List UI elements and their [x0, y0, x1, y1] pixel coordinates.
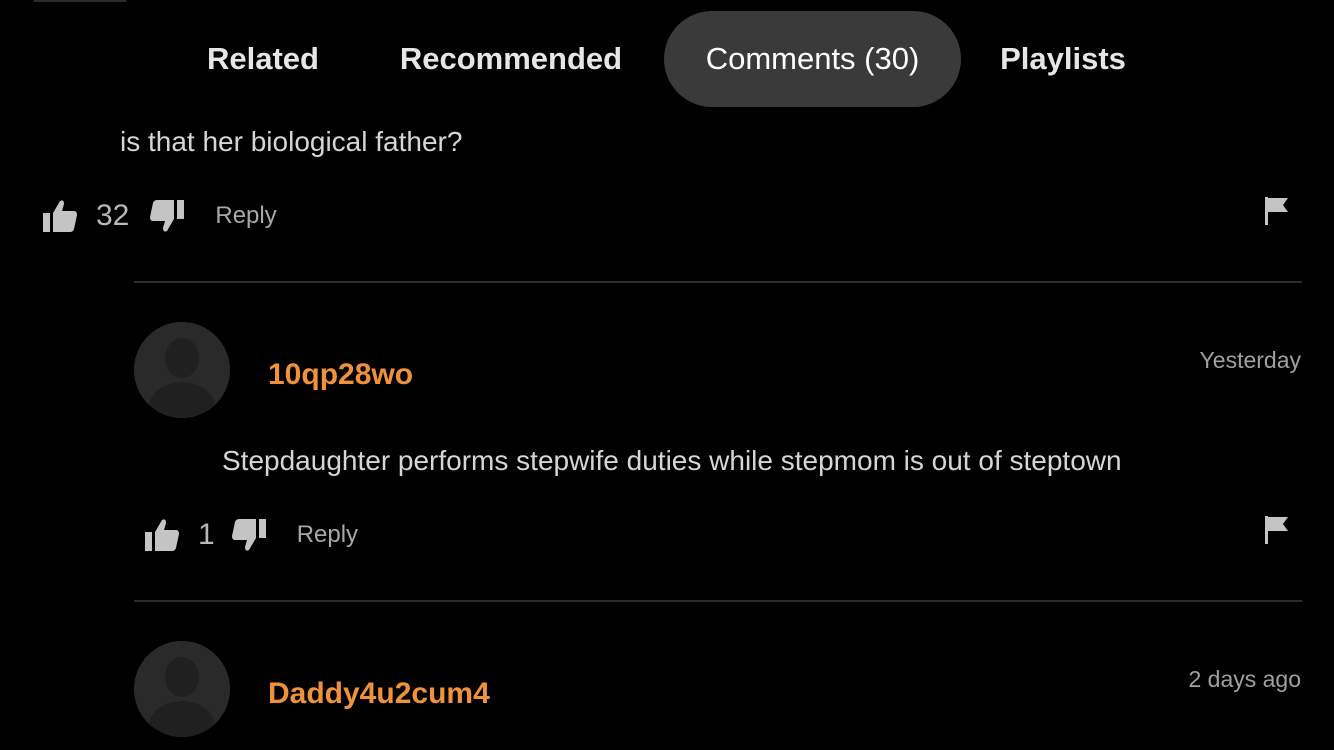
comments-page: Related Recommended Comments (30) Playli… [0, 0, 1334, 750]
tab-recommended[interactable]: Recommended [384, 11, 638, 107]
like-count: 1 [198, 518, 215, 551]
flag-icon[interactable] [1264, 196, 1290, 231]
tab-related[interactable]: Related [190, 11, 336, 107]
thumbs-up-icon[interactable] [144, 518, 180, 552]
comment-divider [134, 600, 1302, 602]
comment-username[interactable]: Daddy4u2cum4 [268, 677, 490, 711]
tab-bar: Related Recommended Comments (30) Playli… [0, 11, 1334, 107]
thumbs-up-icon[interactable] [42, 199, 78, 233]
like-count: 32 [96, 199, 130, 232]
reply-button[interactable]: Reply [215, 202, 276, 230]
comment-text: Stepdaughter performs stepwife duties wh… [222, 445, 1122, 476]
comment-timestamp: 2 days ago [1188, 666, 1301, 692]
reply-button[interactable]: Reply [297, 521, 358, 549]
cut-off-element [34, 0, 126, 2]
tab-comments[interactable]: Comments (30) [664, 11, 961, 107]
avatar[interactable] [134, 322, 230, 418]
comment-actions: 32 Reply [42, 196, 277, 236]
comment-username[interactable]: 10qp28wo [268, 358, 413, 392]
comment-text: is that her biological father? [120, 126, 463, 157]
comment-actions: 1 Reply [144, 515, 358, 555]
thumbs-down-icon[interactable] [149, 199, 185, 233]
tab-playlists[interactable]: Playlists [985, 11, 1141, 107]
flag-icon[interactable] [1264, 515, 1290, 550]
avatar-placeholder-icon [134, 641, 230, 737]
comment-divider [134, 281, 1302, 283]
thumbs-down-icon[interactable] [231, 518, 267, 552]
avatar-placeholder-icon [134, 322, 230, 418]
comment-timestamp: Yesterday [1199, 347, 1301, 373]
avatar[interactable] [134, 641, 230, 737]
